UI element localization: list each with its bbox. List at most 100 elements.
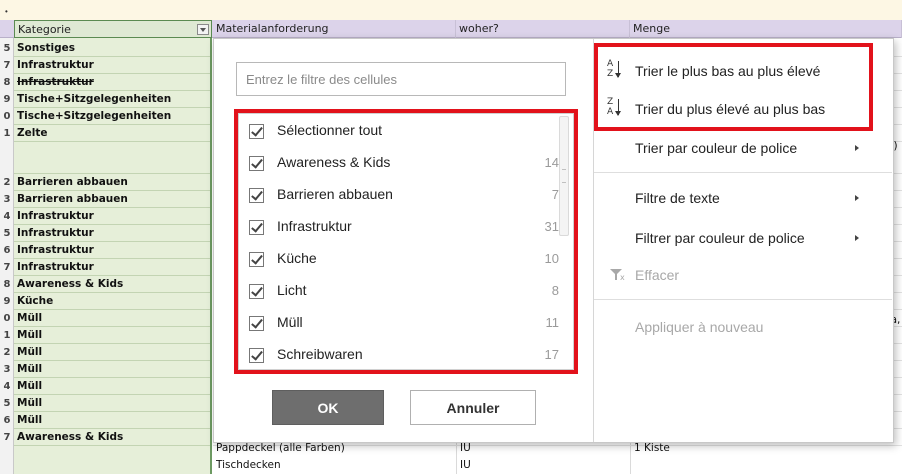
filter-value-label: Infrastruktur: [277, 218, 352, 234]
sort-a-z-icon: A Z: [607, 59, 629, 81]
kategorie-cell[interactable]: Küche: [14, 293, 210, 310]
row-number[interactable]: 7: [0, 259, 14, 276]
filter-value-item[interactable]: Küche 10: [239, 244, 559, 276]
kategorie-cell[interactable]: Infrastruktur: [14, 259, 210, 276]
row-number[interactable]: 3: [0, 191, 14, 208]
checkbox-checked-icon[interactable]: [249, 348, 264, 363]
kategorie-cell[interactable]: Barrieren abbauen: [14, 174, 210, 191]
kategorie-cell[interactable]: Sonstiges: [14, 40, 210, 57]
sort-ascending-label: Trier le plus bas au plus élevé: [635, 63, 821, 79]
filter-value-label: Schreibwaren: [277, 346, 363, 362]
cell-filter-search-input[interactable]: [236, 62, 566, 96]
row-number[interactable]: 5: [0, 40, 14, 57]
header-kategorie[interactable]: Kategorie: [14, 20, 212, 38]
kategorie-cell[interactable]: Müll: [14, 412, 210, 429]
filter-value-count: 17: [544, 347, 559, 362]
header-materialanforderung[interactable]: Materialanforderung: [213, 20, 456, 38]
kategorie-cell[interactable]: Müll: [14, 327, 210, 344]
kategorie-cell[interactable]: [14, 142, 210, 174]
filter-value-item[interactable]: Barrieren abbauen 7: [239, 180, 559, 212]
filter-value-label: Küche: [277, 250, 317, 266]
sort-ascending-item[interactable]: A Z Trier le plus bas au plus élevé: [594, 56, 892, 86]
kategorie-cell[interactable]: Müll: [14, 395, 210, 412]
row-number[interactable]: 6: [0, 242, 14, 259]
row-number[interactable]: 5: [0, 225, 14, 242]
row-number[interactable]: 1: [0, 327, 14, 344]
sort-by-font-color-item[interactable]: Trier par couleur de police: [594, 133, 892, 163]
reapply-item[interactable]: Appliquer à nouveau: [594, 312, 892, 342]
clear-filter-label: Effacer: [635, 267, 680, 283]
row-number[interactable]: 4: [0, 378, 14, 395]
kategorie-cell[interactable]: Infrastruktur: [14, 242, 210, 259]
filter-value-label: Awareness & Kids: [277, 154, 391, 170]
select-all-item[interactable]: Sélectionner tout: [239, 116, 559, 148]
cancel-button[interactable]: Annuler: [410, 390, 536, 425]
row-number[interactable]: 4: [0, 208, 14, 225]
checkbox-checked-icon[interactable]: [249, 252, 264, 267]
filter-value-item[interactable]: Infrastruktur 31: [239, 212, 559, 244]
row-number[interactable]: 7: [0, 429, 14, 446]
row-number[interactable]: 2: [0, 174, 14, 191]
submenu-arrow-icon: [855, 195, 859, 201]
kategorie-cell[interactable]: Awareness & Kids: [14, 429, 210, 446]
row-number[interactable]: 0: [0, 108, 14, 125]
filter-value-item[interactable]: Müll 11: [239, 308, 559, 340]
row-number[interactable]: 7: [0, 57, 14, 74]
filter-values-list[interactable]: Sélectionner tout Awareness & Kids 14 Barri…: [238, 113, 574, 370]
row-number[interactable]: 9: [0, 293, 14, 310]
row-number[interactable]: 8: [0, 276, 14, 293]
row-number[interactable]: 2: [0, 344, 14, 361]
sort-by-font-color-label: Trier par couleur de police: [635, 140, 798, 156]
filter-dropdown-arrow-icon[interactable]: [197, 24, 209, 35]
sort-descending-item[interactable]: Z A Trier du plus élevé au plus bas: [594, 94, 892, 124]
kategorie-cell[interactable]: Infrastruktur: [14, 57, 210, 74]
filter-value-label: Sélectionner tout: [277, 122, 383, 138]
filter-value-item[interactable]: Licht 8: [239, 276, 559, 308]
text-filter-item[interactable]: Filtre de texte: [594, 183, 892, 213]
list-scrollbar[interactable]: [559, 116, 569, 236]
ok-button[interactable]: OK: [272, 390, 384, 425]
checkbox-checked-icon[interactable]: [249, 284, 264, 299]
header-woher[interactable]: woher?: [456, 20, 630, 38]
kategorie-cell[interactable]: Müll: [14, 361, 210, 378]
kategorie-cell[interactable]: Tische+Sitzgelegenheiten: [14, 108, 210, 125]
sort-filter-menu: A Z Trier le plus bas au plus élevé Z A …: [593, 39, 893, 442]
kategorie-cell[interactable]: Infrastruktur: [14, 225, 210, 242]
top-strip: •: [0, 0, 902, 20]
header-menge[interactable]: Menge: [630, 20, 902, 38]
row-number[interactable]: 3: [0, 361, 14, 378]
funnel-stem: [615, 274, 617, 280]
checkbox-checked-icon[interactable]: [249, 316, 264, 331]
kategorie-cell[interactable]: Infrastruktur: [14, 74, 210, 91]
filter-value-count: 7: [551, 187, 559, 202]
row-number[interactable]: [0, 142, 14, 159]
filter-value-item[interactable]: Awareness & Kids 14: [239, 148, 559, 180]
checkbox-checked-icon[interactable]: [249, 156, 264, 171]
cell-material[interactable]: Tischdecken: [216, 457, 281, 474]
filter-value-item[interactable]: Schreibwaren 17: [239, 340, 559, 369]
clear-filter-item[interactable]: x Effacer: [594, 260, 892, 290]
row-number[interactable]: 9: [0, 91, 14, 108]
filter-by-font-color-label: Filtrer par couleur de police: [635, 230, 805, 246]
checkbox-checked-icon[interactable]: [249, 220, 264, 235]
checkbox-checked-icon[interactable]: [249, 124, 264, 139]
filter-value-label: Barrieren abbauen: [277, 186, 393, 202]
row-number[interactable]: 0: [0, 310, 14, 327]
kategorie-cell[interactable]: Tische+Sitzgelegenheiten: [14, 91, 210, 108]
kategorie-cell[interactable]: Müll: [14, 310, 210, 327]
cell-woher[interactable]: IU: [460, 457, 471, 474]
kategorie-cell[interactable]: Barrieren abbauen: [14, 191, 210, 208]
filter-by-font-color-item[interactable]: Filtrer par couleur de police: [594, 223, 892, 253]
filter-dropdown: Sélectionner tout Awareness & Kids 14 Barri…: [213, 38, 894, 443]
row-number[interactable]: 8: [0, 74, 14, 91]
kategorie-cell[interactable]: Infrastruktur: [14, 208, 210, 225]
row-number[interactable]: 1: [0, 125, 14, 142]
kategorie-cell[interactable]: Zelte: [14, 125, 210, 142]
kategorie-cell[interactable]: Müll: [14, 344, 210, 361]
kategorie-cell[interactable]: Awareness & Kids: [14, 276, 210, 293]
header-kategorie-label: Kategorie: [18, 23, 71, 36]
row-number[interactable]: 6: [0, 412, 14, 429]
kategorie-cell[interactable]: Müll: [14, 378, 210, 395]
checkbox-checked-icon[interactable]: [249, 188, 264, 203]
row-number[interactable]: 5: [0, 395, 14, 412]
